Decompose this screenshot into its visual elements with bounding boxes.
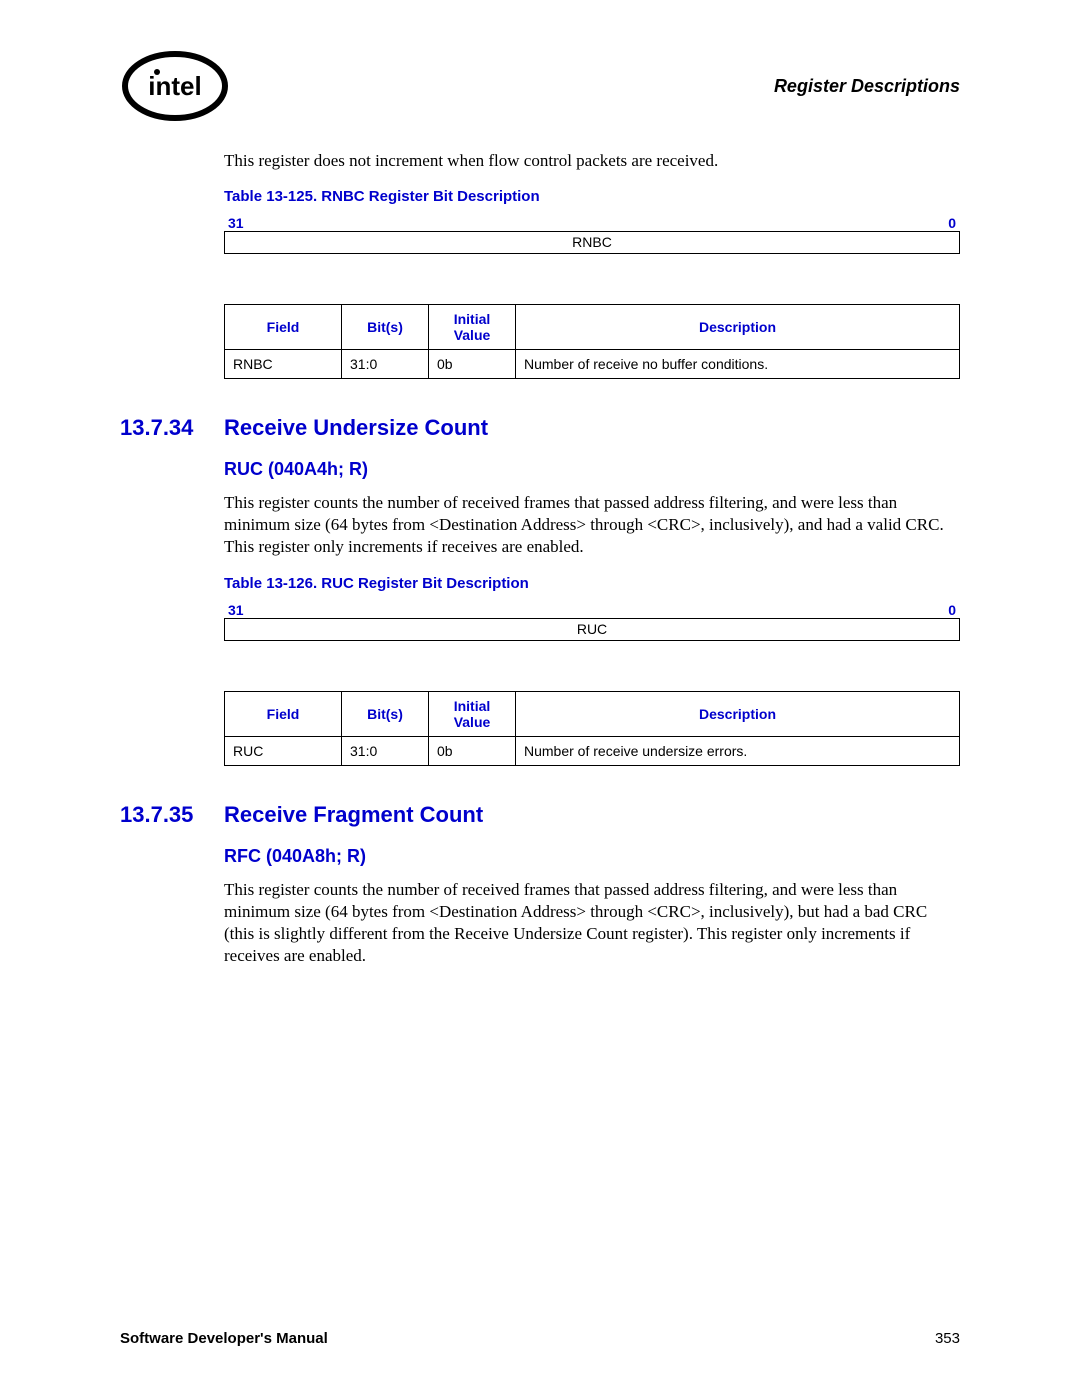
table-header-row: Field Bit(s) Initial Value Description xyxy=(225,691,960,736)
td-field: RNBC xyxy=(225,350,342,379)
th-field: Field xyxy=(225,305,342,350)
page-footer: Software Developer's Manual 353 xyxy=(120,1330,960,1347)
td-init: 0b xyxy=(429,350,516,379)
td-bits: 31:0 xyxy=(342,736,429,765)
bit-hi: 31 xyxy=(228,215,244,231)
td-desc: Number of receive undersize errors. xyxy=(516,736,960,765)
td-field: RUC xyxy=(225,736,342,765)
rfc-subheading: RFC (040A8h; R) xyxy=(224,846,960,867)
table-126-details: Field Bit(s) Initial Value Description R… xyxy=(224,691,960,766)
bit-lo: 0 xyxy=(948,215,956,231)
ruc-subheading: RUC (040A4h; R) xyxy=(224,459,960,480)
table-row: RUC 31:0 0b Number of receive undersize … xyxy=(225,736,960,765)
th-init: Initial Value xyxy=(429,691,516,736)
section-35-body: RFC (040A8h; R) This register counts the… xyxy=(224,846,960,967)
table-125-caption: Table 13-125. RNBC Register Bit Descript… xyxy=(224,188,960,205)
intel-logo: intel xyxy=(120,50,230,122)
table-header-row: Field Bit(s) Initial Value Description xyxy=(225,305,960,350)
svg-text:intel: intel xyxy=(148,71,201,101)
th-field: Field xyxy=(225,691,342,736)
section-34-body: RUC (040A4h; R) This register counts the… xyxy=(224,459,960,765)
td-bits: 31:0 xyxy=(342,350,429,379)
footer-doc-title: Software Developer's Manual xyxy=(120,1330,328,1347)
rfc-paragraph: This register counts the number of recei… xyxy=(224,879,960,967)
th-init: Initial Value xyxy=(429,305,516,350)
table-126-reg-box: RUC xyxy=(224,618,960,641)
th-bits: Bit(s) xyxy=(342,305,429,350)
td-init: 0b xyxy=(429,736,516,765)
footer-page-number: 353 xyxy=(935,1330,960,1347)
body-column: This register does not increment when fl… xyxy=(224,150,960,379)
header-section-title: Register Descriptions xyxy=(774,76,960,97)
td-desc: Number of receive no buffer conditions. xyxy=(516,350,960,379)
page: intel Register Descriptions This registe… xyxy=(0,0,1080,1397)
table-125-reg-box: RNBC xyxy=(224,231,960,254)
section-title: Receive Undersize Count xyxy=(224,415,488,441)
table-125-details: Field Bit(s) Initial Value Description R… xyxy=(224,304,960,379)
section-title: Receive Fragment Count xyxy=(224,802,483,828)
bit-lo: 0 xyxy=(948,602,956,618)
intro-paragraph: This register does not increment when fl… xyxy=(224,150,960,172)
section-number: 13.7.34 xyxy=(120,415,224,441)
table-125-bit-range: 31 0 xyxy=(228,215,956,231)
table-126-bit-range: 31 0 xyxy=(228,602,956,618)
th-desc: Description xyxy=(516,691,960,736)
ruc-paragraph: This register counts the number of recei… xyxy=(224,492,960,558)
table-126-caption: Table 13-126. RUC Register Bit Descripti… xyxy=(224,575,960,592)
section-13-7-34-heading: 13.7.34 Receive Undersize Count xyxy=(120,415,960,441)
th-bits: Bit(s) xyxy=(342,691,429,736)
section-number: 13.7.35 xyxy=(120,802,224,828)
table-row: RNBC 31:0 0b Number of receive no buffer… xyxy=(225,350,960,379)
page-header: intel Register Descriptions xyxy=(120,50,960,122)
bit-hi: 31 xyxy=(228,602,244,618)
th-desc: Description xyxy=(516,305,960,350)
section-13-7-35-heading: 13.7.35 Receive Fragment Count xyxy=(120,802,960,828)
